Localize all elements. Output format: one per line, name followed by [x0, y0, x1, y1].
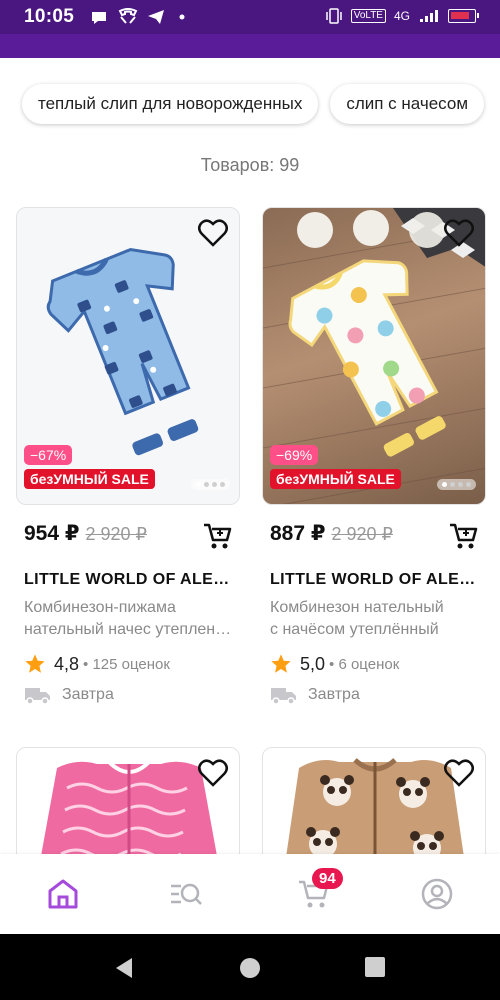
description-line: Комбинезон-пижама — [24, 599, 176, 616]
profile-icon[interactable] — [419, 876, 455, 912]
header-strip — [0, 34, 500, 58]
price: 887 ₽ — [270, 522, 326, 545]
price-row: 954 ₽2 920 ₽ — [24, 521, 236, 555]
system-navigation-bar — [0, 934, 500, 1000]
network-type: 4G — [393, 9, 410, 23]
rating-row: 5,0 • 6 оценок — [270, 653, 399, 675]
recents-icon[interactable] — [364, 956, 386, 978]
delivery-text: Завтра — [308, 686, 360, 703]
reviews-count: • 6 оценок — [329, 655, 400, 673]
discount-badge: −69% — [270, 445, 319, 465]
delivery-row: Завтра — [270, 685, 360, 705]
star-icon — [271, 654, 291, 673]
description-line: Комбинезон нательный — [270, 599, 444, 616]
add-to-cart-icon[interactable] — [202, 521, 232, 551]
bottom-navigation: 94 — [0, 854, 500, 934]
old-price: 2 920 ₽ — [85, 524, 147, 544]
star-icon — [25, 654, 45, 673]
status-bar: 10:05 VoLTE 4G — [0, 0, 500, 34]
brand-name: LITTLE WORLD OF ALENA — [24, 571, 234, 588]
signal-icon — [420, 10, 438, 22]
add-to-cart-icon[interactable] — [448, 521, 478, 551]
rating-row: 4,8 • 125 оценок — [24, 653, 170, 675]
home-button-icon[interactable] — [238, 956, 262, 980]
discount-badge: −67% — [24, 445, 73, 465]
delivery-truck-icon — [25, 688, 50, 705]
vibrate-icon — [325, 8, 342, 24]
product-count: Товаров: 99 — [200, 155, 300, 175]
search-suggestion-chips: теплый слип для новорожденных слип с нач… — [22, 84, 485, 124]
product-description: Комбинезон нательный с начёсом утеплённы… — [270, 597, 480, 641]
favorite-heart-icon[interactable] — [198, 759, 228, 787]
price-row: 887 ₽2 920 ₽ — [270, 521, 482, 555]
brand-name: LITTLE WORLD OF ALENA — [270, 571, 480, 588]
old-price: 2 920 ₽ — [331, 524, 393, 544]
delivery-text: Завтра — [62, 686, 114, 703]
home-icon[interactable] — [45, 876, 81, 912]
badges: −69% безУМНЫЙ SALE — [270, 445, 401, 489]
back-icon[interactable] — [112, 956, 136, 980]
search-chip[interactable]: слип с начесом — [330, 84, 485, 124]
status-right-icons: VoLTE 4G — [325, 8, 479, 24]
status-time: 10:05 — [24, 6, 75, 27]
notification-icons — [90, 8, 190, 30]
description-line: нательный начес утепленный — [24, 621, 234, 638]
badges: −67% безУМНЫЙ SALE — [24, 445, 155, 489]
favorite-heart-icon[interactable] — [444, 219, 474, 247]
rating-value: 5,0 — [300, 653, 326, 674]
description-line: с начёсом утеплённый — [270, 621, 439, 638]
image-pager-dots — [437, 479, 476, 490]
notification-icons-svg — [92, 8, 185, 24]
rating-value: 4,8 — [54, 653, 80, 674]
favorite-heart-icon[interactable] — [444, 759, 474, 787]
catalog-search-icon[interactable] — [168, 876, 204, 912]
search-chip[interactable]: теплый слип для новорожденных — [22, 84, 319, 124]
battery-icon — [448, 9, 479, 23]
favorite-heart-icon[interactable] — [198, 219, 228, 247]
delivery-row: Завтра — [24, 685, 114, 705]
volte-badge: VoLTE — [350, 9, 386, 23]
reviews-count: • 125 оценок — [83, 655, 170, 673]
sale-badge: безУМНЫЙ SALE — [24, 469, 155, 489]
delivery-truck-icon — [271, 688, 296, 705]
product-description: Комбинезон-пижама нательный начес утепле… — [24, 597, 234, 641]
image-pager-dots — [191, 479, 230, 490]
price: 954 ₽ — [24, 522, 80, 545]
cart-count-badge: 94 — [312, 868, 343, 889]
sale-badge: безУМНЫЙ SALE — [270, 469, 401, 489]
